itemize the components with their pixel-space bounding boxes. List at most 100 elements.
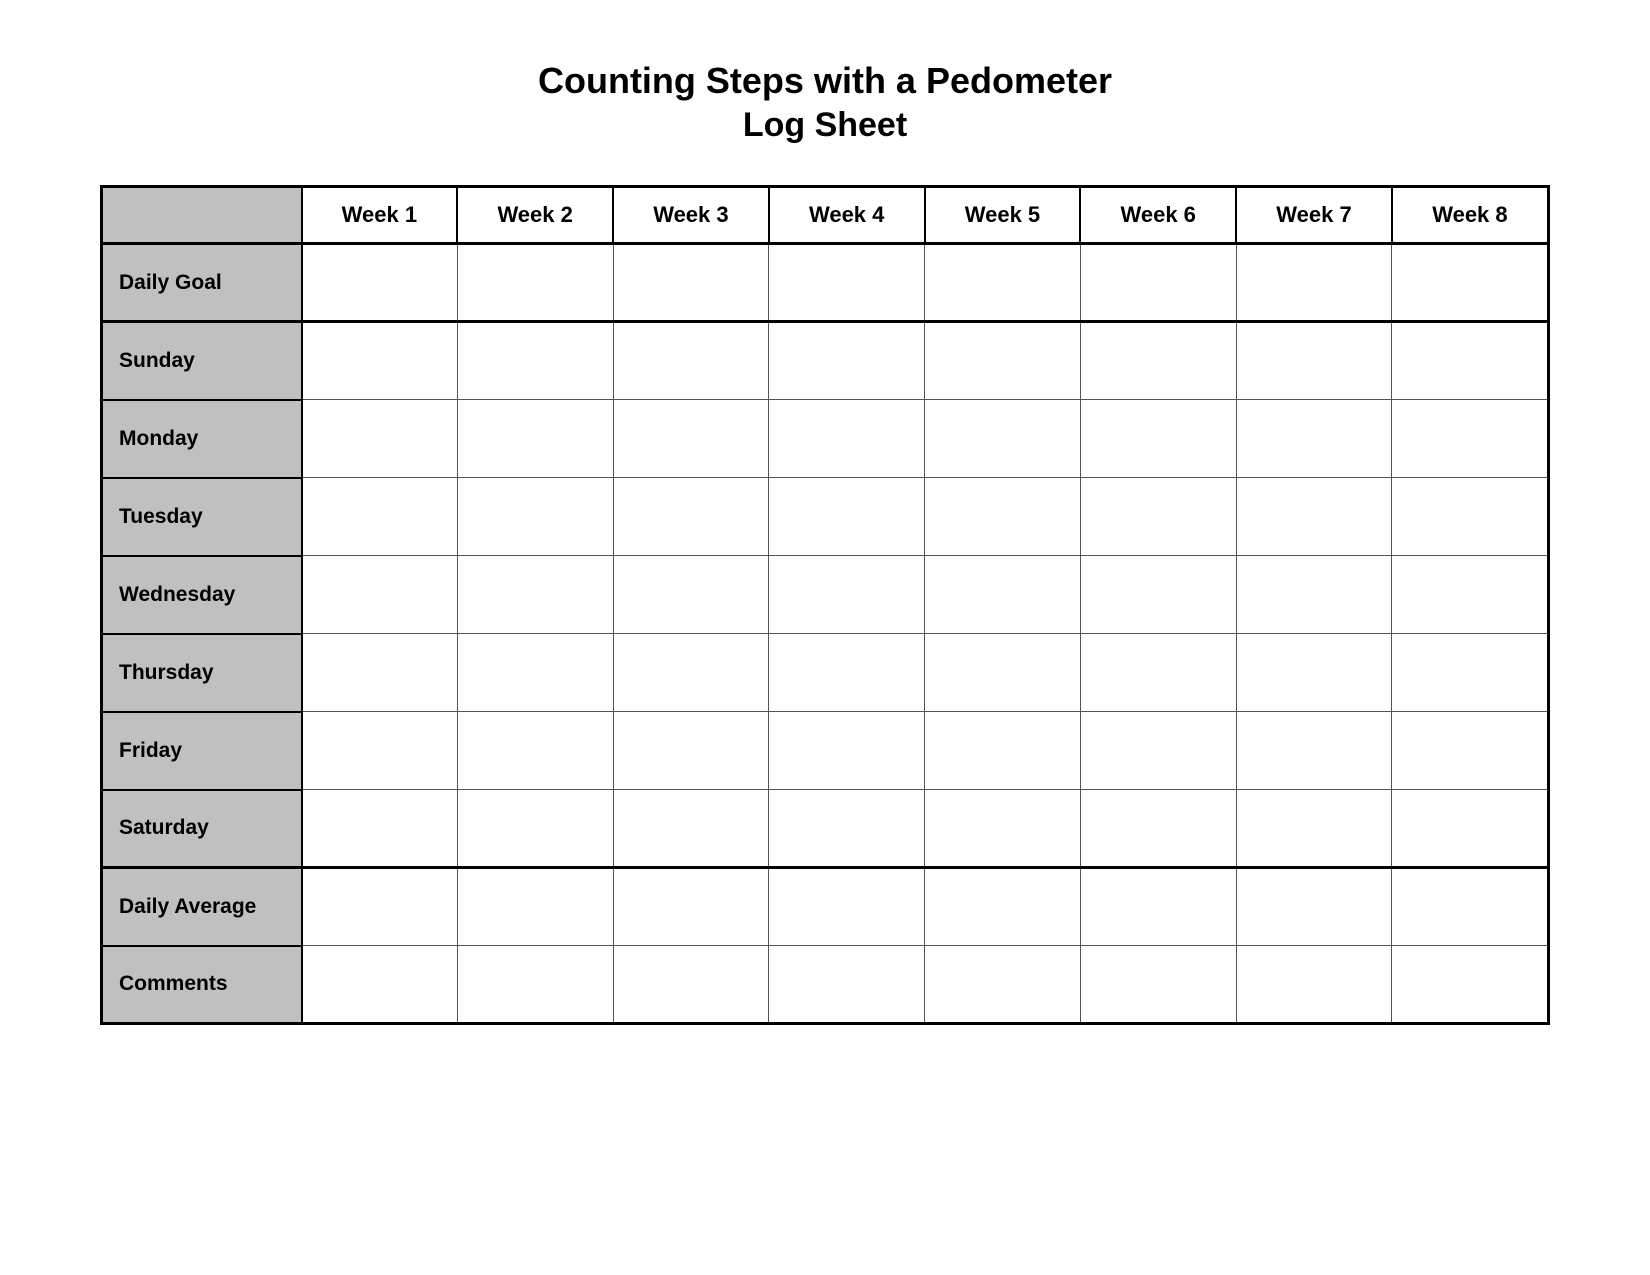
cell-tue-w2[interactable]: [457, 478, 613, 556]
cell-mon-w5[interactable]: [925, 400, 1081, 478]
header-week6: Week 6: [1080, 187, 1236, 244]
cell-mon-w2[interactable]: [457, 400, 613, 478]
cell-avg-w2[interactable]: [457, 868, 613, 946]
cell-fri-w4[interactable]: [769, 712, 925, 790]
cell-com-w6[interactable]: [1080, 946, 1236, 1024]
cell-com-w5[interactable]: [925, 946, 1081, 1024]
cell-tue-w1[interactable]: [302, 478, 458, 556]
cell-fri-w2[interactable]: [457, 712, 613, 790]
cell-avg-w4[interactable]: [769, 868, 925, 946]
cell-sun-w2[interactable]: [457, 322, 613, 400]
cell-goal-w3[interactable]: [613, 244, 769, 322]
cell-goal-w5[interactable]: [925, 244, 1081, 322]
cell-sun-w4[interactable]: [769, 322, 925, 400]
cell-fri-w3[interactable]: [613, 712, 769, 790]
cell-sat-w6[interactable]: [1080, 790, 1236, 868]
cell-sun-w3[interactable]: [613, 322, 769, 400]
cell-tue-w6[interactable]: [1080, 478, 1236, 556]
cell-sat-w4[interactable]: [769, 790, 925, 868]
label-tuesday: Tuesday: [102, 478, 302, 556]
cell-sat-w5[interactable]: [925, 790, 1081, 868]
row-sunday: Sunday: [102, 322, 1549, 400]
header-week1: Week 1: [302, 187, 458, 244]
cell-com-w7[interactable]: [1236, 946, 1392, 1024]
cell-thu-w6[interactable]: [1080, 634, 1236, 712]
cell-com-w4[interactable]: [769, 946, 925, 1024]
header-week2: Week 2: [457, 187, 613, 244]
cell-sun-w7[interactable]: [1236, 322, 1392, 400]
cell-fri-w5[interactable]: [925, 712, 1081, 790]
cell-sun-w5[interactable]: [925, 322, 1081, 400]
cell-thu-w8[interactable]: [1392, 634, 1549, 712]
row-wednesday: Wednesday: [102, 556, 1549, 634]
cell-mon-w3[interactable]: [613, 400, 769, 478]
cell-wed-w1[interactable]: [302, 556, 458, 634]
cell-thu-w2[interactable]: [457, 634, 613, 712]
header-week3: Week 3: [613, 187, 769, 244]
cell-goal-w6[interactable]: [1080, 244, 1236, 322]
cell-tue-w3[interactable]: [613, 478, 769, 556]
cell-goal-w4[interactable]: [769, 244, 925, 322]
cell-avg-w7[interactable]: [1236, 868, 1392, 946]
cell-sat-w7[interactable]: [1236, 790, 1392, 868]
row-friday: Friday: [102, 712, 1549, 790]
cell-avg-w1[interactable]: [302, 868, 458, 946]
cell-fri-w1[interactable]: [302, 712, 458, 790]
header-week4: Week 4: [769, 187, 925, 244]
cell-thu-w5[interactable]: [925, 634, 1081, 712]
cell-goal-w2[interactable]: [457, 244, 613, 322]
cell-goal-w7[interactable]: [1236, 244, 1392, 322]
cell-com-w1[interactable]: [302, 946, 458, 1024]
cell-mon-w7[interactable]: [1236, 400, 1392, 478]
header-week8: Week 8: [1392, 187, 1549, 244]
cell-com-w3[interactable]: [613, 946, 769, 1024]
cell-tue-w4[interactable]: [769, 478, 925, 556]
cell-thu-w7[interactable]: [1236, 634, 1392, 712]
cell-avg-w8[interactable]: [1392, 868, 1549, 946]
label-daily-average: Daily Average: [102, 868, 302, 946]
cell-mon-w6[interactable]: [1080, 400, 1236, 478]
cell-wed-w3[interactable]: [613, 556, 769, 634]
cell-com-w8[interactable]: [1392, 946, 1549, 1024]
row-daily-average: Daily Average: [102, 868, 1549, 946]
sub-title: Log Sheet: [538, 106, 1112, 145]
cell-wed-w6[interactable]: [1080, 556, 1236, 634]
cell-tue-w8[interactable]: [1392, 478, 1549, 556]
cell-thu-w3[interactable]: [613, 634, 769, 712]
cell-thu-w1[interactable]: [302, 634, 458, 712]
cell-sat-w2[interactable]: [457, 790, 613, 868]
cell-wed-w2[interactable]: [457, 556, 613, 634]
label-wednesday: Wednesday: [102, 556, 302, 634]
cell-wed-w5[interactable]: [925, 556, 1081, 634]
cell-wed-w8[interactable]: [1392, 556, 1549, 634]
row-monday: Monday: [102, 400, 1549, 478]
cell-sun-w1[interactable]: [302, 322, 458, 400]
cell-avg-w5[interactable]: [925, 868, 1081, 946]
cell-avg-w6[interactable]: [1080, 868, 1236, 946]
cell-mon-w4[interactable]: [769, 400, 925, 478]
page-title: Counting Steps with a Pedometer Log Shee…: [538, 60, 1112, 145]
log-table: Week 1 Week 2 Week 3 Week 4 Week 5 Week …: [100, 185, 1550, 1025]
cell-wed-w4[interactable]: [769, 556, 925, 634]
cell-tue-w5[interactable]: [925, 478, 1081, 556]
cell-fri-w7[interactable]: [1236, 712, 1392, 790]
cell-sat-w3[interactable]: [613, 790, 769, 868]
cell-sun-w8[interactable]: [1392, 322, 1549, 400]
cell-sun-w6[interactable]: [1080, 322, 1236, 400]
cell-tue-w7[interactable]: [1236, 478, 1392, 556]
cell-wed-w7[interactable]: [1236, 556, 1392, 634]
cell-thu-w4[interactable]: [769, 634, 925, 712]
cell-mon-w8[interactable]: [1392, 400, 1549, 478]
cell-avg-w3[interactable]: [613, 868, 769, 946]
label-friday: Friday: [102, 712, 302, 790]
cell-fri-w8[interactable]: [1392, 712, 1549, 790]
cell-goal-w1[interactable]: [302, 244, 458, 322]
cell-mon-w1[interactable]: [302, 400, 458, 478]
cell-sat-w1[interactable]: [302, 790, 458, 868]
cell-fri-w6[interactable]: [1080, 712, 1236, 790]
label-sunday: Sunday: [102, 322, 302, 400]
row-tuesday: Tuesday: [102, 478, 1549, 556]
cell-goal-w8[interactable]: [1392, 244, 1549, 322]
cell-com-w2[interactable]: [457, 946, 613, 1024]
cell-sat-w8[interactable]: [1392, 790, 1549, 868]
